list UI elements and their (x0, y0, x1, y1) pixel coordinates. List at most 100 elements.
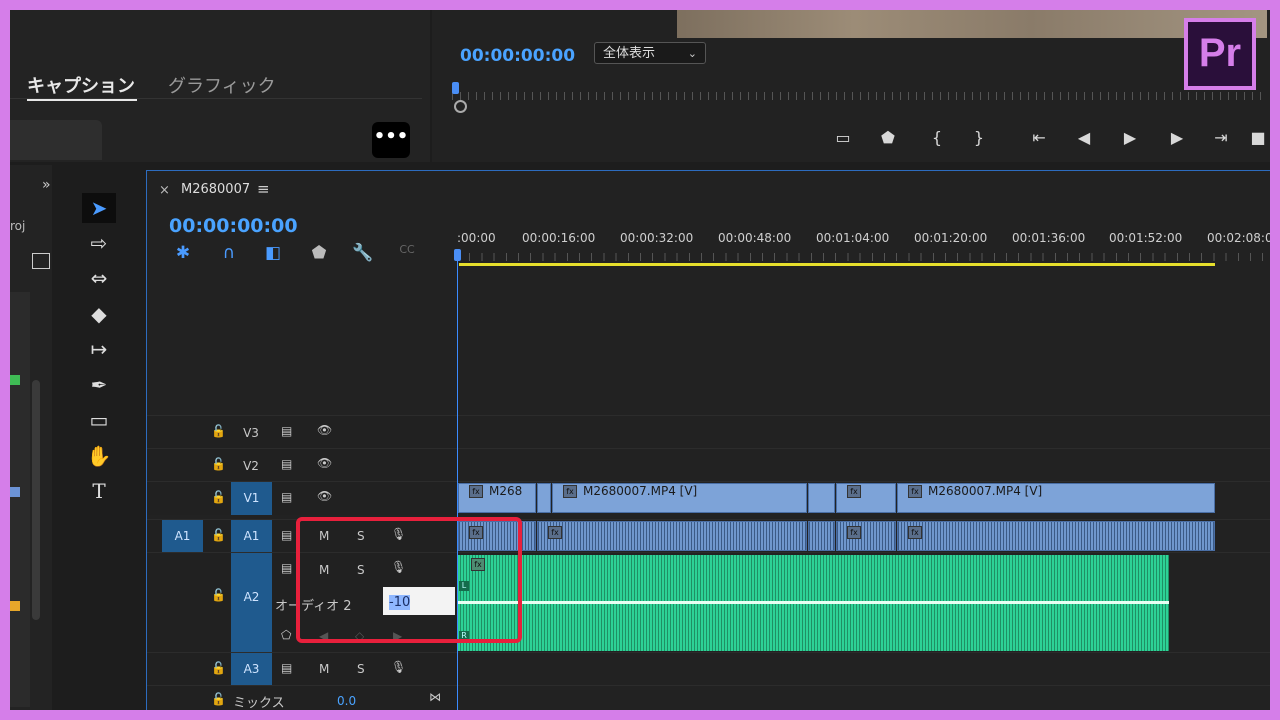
mix-volume-value[interactable]: 0.0 (337, 694, 356, 708)
audio-clip[interactable]: fx (537, 521, 807, 551)
video-clip[interactable] (808, 483, 835, 513)
close-icon[interactable]: × (159, 183, 170, 198)
video-clip[interactable]: fx M268 (458, 483, 536, 513)
track-mix: 🔓 ミックス 0.0 ⋈ (147, 685, 1271, 712)
lock-icon[interactable]: 🔓 (211, 661, 226, 675)
step-forward-icon[interactable]: ▶ (1163, 128, 1191, 147)
sync-lock-icon[interactable]: ▤ (281, 661, 292, 675)
nest-sequence-icon[interactable]: ✱ (171, 243, 195, 265)
tab-captions[interactable]: キャプション (27, 72, 135, 98)
program-monitor: 00:00:00:00 全体表示 ⌄ ▭ ⬟ { } ⇤ ◀ ▶ ▶ ⇥ ■ P… (432, 10, 1270, 162)
more-button[interactable]: ••• (372, 122, 410, 158)
captions-icon[interactable]: CC (395, 243, 419, 265)
audio-clip[interactable] (808, 521, 835, 551)
eye-icon[interactable]: 👁 (317, 423, 332, 437)
step-back-icon[interactable]: ◀ (1070, 128, 1098, 147)
program-timecode[interactable]: 00:00:00:00 (460, 46, 575, 66)
video-clip[interactable]: fx M2680007.MP4 [V] (552, 483, 807, 513)
audio-clip[interactable]: fx (836, 521, 896, 551)
lock-icon[interactable]: 🔓 (211, 457, 226, 471)
track-header: 🔓 V3 ▤ 👁 (147, 416, 457, 449)
rectangle-tool-icon[interactable]: ▭ (82, 405, 116, 435)
search-bin-icon[interactable] (32, 253, 50, 269)
fx-badge-icon: fx (847, 485, 861, 498)
tab-graphics[interactable]: グラフィック (168, 72, 276, 98)
video-clip[interactable]: fx M2680007.MP4 [V] (897, 483, 1215, 513)
timeline-ruler[interactable] (457, 253, 1271, 261)
mix-handle-icon[interactable]: ⋈ (429, 690, 441, 704)
track-header: 🔓 ミックス 0.0 ⋈ (147, 686, 457, 712)
ruler-label: 00:01:36:00 (1012, 231, 1086, 245)
zoom-level-select[interactable]: 全体表示 ⌄ (594, 42, 706, 64)
video-clip[interactable]: fx (836, 483, 896, 513)
zoom-level-value: 全体表示 (603, 46, 656, 61)
volume-rubber-band[interactable] (457, 601, 1169, 604)
project-scrollbar[interactable] (32, 380, 40, 620)
expand-panels-icon[interactable]: » (42, 177, 51, 193)
add-marker-icon[interactable]: ⬟ (307, 243, 331, 265)
highlight-box (296, 517, 522, 643)
label-blue (10, 487, 20, 497)
sync-lock-icon[interactable]: ▤ (281, 561, 292, 575)
audio-clip-a2[interactable]: fx L R (457, 555, 1169, 651)
track-select-tool-icon[interactable]: ⇨ (82, 228, 116, 258)
lock-icon[interactable]: 🔓 (211, 528, 226, 542)
mute-button[interactable]: M (319, 662, 329, 676)
overflow-icon[interactable]: ■ (1244, 128, 1272, 147)
linked-selection-icon[interactable]: ◧ (261, 243, 285, 265)
hand-tool-icon[interactable]: ✋ (82, 441, 116, 471)
wrench-icon[interactable]: 🔧 (351, 243, 375, 265)
lock-icon[interactable]: 🔓 (211, 588, 226, 602)
track-target-v1[interactable]: V1 (231, 482, 272, 515)
monitor-playhead[interactable] (452, 82, 459, 94)
eye-icon[interactable]: 👁 (317, 489, 332, 503)
mark-in-icon[interactable]: { (923, 128, 951, 147)
fx-badge-icon: fx (908, 485, 922, 498)
sequence-name[interactable]: M2680007 (181, 182, 250, 197)
eye-icon[interactable]: 👁 (317, 456, 332, 470)
monitor-time-ruler[interactable] (452, 92, 1267, 100)
go-to-in-icon[interactable]: ⇤ (1025, 128, 1053, 147)
playhead[interactable] (454, 249, 461, 261)
lock-icon[interactable]: 🔓 (211, 424, 226, 438)
safe-margins-icon[interactable]: ▭ (829, 128, 857, 147)
slip-tool-icon[interactable]: ↦ (82, 334, 116, 364)
fx-badge-icon: fx (469, 485, 483, 498)
ripple-edit-tool-icon[interactable]: ⇔ (82, 263, 116, 293)
label-green (10, 375, 20, 385)
caption-field[interactable] (10, 120, 102, 160)
video-preview (677, 10, 1267, 38)
timeline-timecode[interactable]: 00:00:00:00 (169, 215, 298, 237)
track-target-a3[interactable]: A3 (231, 653, 272, 686)
sync-lock-icon[interactable]: ▤ (281, 424, 292, 438)
mark-out-icon[interactable]: } (965, 128, 993, 147)
solo-button[interactable]: S (357, 662, 365, 676)
pen-tool-icon[interactable]: ✒ (82, 370, 116, 400)
add-marker-icon[interactable]: ⬟ (874, 128, 902, 147)
lock-icon[interactable]: 🔓 (211, 692, 226, 706)
menu-icon[interactable]: ≡ (257, 180, 270, 198)
video-clip[interactable] (537, 483, 551, 513)
razor-tool-icon[interactable]: ◆ (82, 299, 116, 329)
sync-lock-icon[interactable]: ▤ (281, 490, 292, 504)
sync-lock-icon[interactable]: ▤ (281, 528, 292, 542)
track-v3: 🔓 V3 ▤ 👁 (147, 415, 1271, 449)
lock-icon[interactable]: 🔓 (211, 490, 226, 504)
keyframe-icon[interactable]: ⬠ (281, 628, 291, 642)
microphone-icon[interactable]: 🎙 (391, 660, 406, 674)
go-to-out-icon[interactable]: ⇥ (1207, 128, 1235, 147)
clip-label: M268 (489, 484, 523, 498)
play-icon[interactable]: ▶ (1116, 128, 1144, 147)
audio-clip[interactable]: fx (897, 521, 1215, 551)
selection-tool-icon[interactable]: ➤ (82, 193, 116, 223)
track-target-a1[interactable]: A1 (231, 520, 272, 553)
zoom-handle[interactable] (454, 100, 467, 113)
work-area-bar[interactable] (459, 263, 1215, 266)
source-patch-a1[interactable]: A1 (162, 520, 203, 553)
snap-icon[interactable]: ∩ (217, 243, 241, 265)
sync-lock-icon[interactable]: ▤ (281, 457, 292, 471)
track-target-a2[interactable]: A2 (231, 553, 272, 653)
project-label: roj (10, 219, 26, 233)
project-items-list[interactable] (10, 292, 30, 707)
type-tool-icon[interactable]: T (82, 476, 116, 506)
